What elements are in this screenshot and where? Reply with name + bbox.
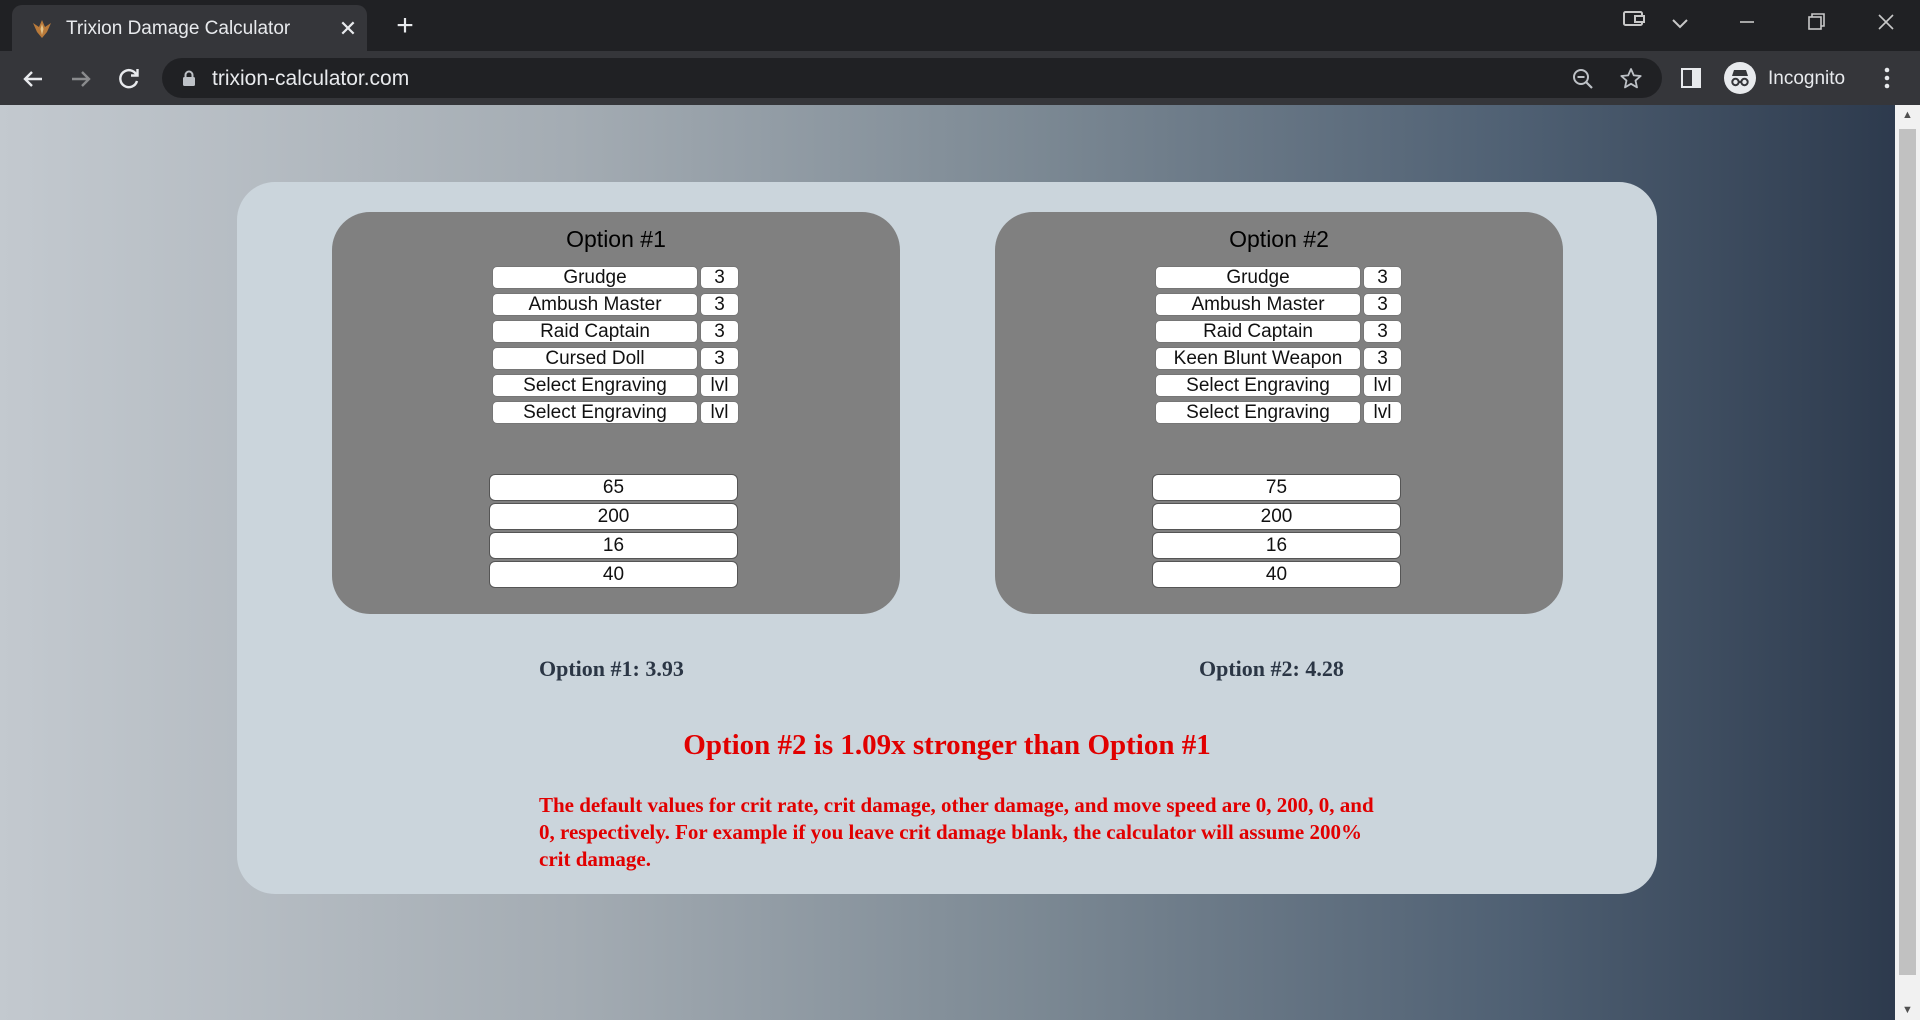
engraving-level-select[interactable]: lvl [1363, 401, 1402, 424]
incognito-label: Incognito [1768, 68, 1846, 89]
option-2-crit-rate-input[interactable]: 75 [1152, 474, 1401, 501]
engraving-level-select[interactable]: 3 [700, 293, 739, 316]
tab-search-icon[interactable] [1614, 8, 1654, 38]
minimize-icon[interactable] [1727, 8, 1767, 38]
option-2-panel: Option #2 Grudge 3 Ambush Master 3 Raid … [995, 212, 1563, 614]
lock-icon[interactable] [182, 70, 196, 86]
engraving-select[interactable]: Keen Blunt Weapon [1155, 347, 1361, 370]
url-text[interactable]: trixion-calculator.com [212, 67, 409, 91]
address-bar[interactable]: trixion-calculator.com [162, 58, 1662, 98]
engraving-select[interactable]: Select Engraving [1155, 374, 1361, 397]
option-1-panel: Option #1 Grudge 3 Ambush Master 3 Raid … [332, 212, 900, 614]
forward-arrow-icon[interactable] [64, 62, 98, 96]
option-1-crit-damage-input[interactable]: 200 [489, 503, 738, 530]
option-2-result: Option #2: 4.28 [1199, 656, 1344, 681]
browser-tab-strip: Trixion Damage Calculator ✕ + [0, 0, 1920, 51]
engraving-select[interactable]: Grudge [1155, 266, 1361, 289]
bookmark-star-icon[interactable] [1618, 66, 1644, 92]
restore-window-icon[interactable] [1796, 8, 1836, 38]
chevron-down-icon[interactable] [1660, 8, 1700, 38]
trixion-favicon-icon [33, 20, 51, 38]
engraving-select[interactable]: Ambush Master [1155, 293, 1361, 316]
engraving-level-select[interactable]: 3 [1363, 347, 1402, 370]
option-1-move-speed-input[interactable]: 40 [489, 561, 738, 588]
engraving-select[interactable]: Cursed Doll [492, 347, 698, 370]
back-arrow-icon[interactable] [16, 62, 50, 96]
browser-tab[interactable]: Trixion Damage Calculator ✕ [12, 5, 367, 51]
option-1-crit-rate-input[interactable]: 65 [489, 474, 738, 501]
tab-title: Trixion Damage Calculator [66, 18, 291, 39]
engraving-level-select[interactable]: 3 [700, 320, 739, 343]
engraving-level-select[interactable]: 3 [700, 347, 739, 370]
engraving-level-select[interactable]: 3 [1363, 266, 1402, 289]
engraving-select[interactable]: Select Engraving [492, 401, 698, 424]
engraving-level-select[interactable]: lvl [700, 374, 739, 397]
page-viewport: Option #1 Grudge 3 Ambush Master 3 Raid … [0, 105, 1895, 1020]
side-panel-icon[interactable] [1679, 66, 1703, 90]
engraving-level-select[interactable]: 3 [1363, 293, 1402, 316]
close-window-icon[interactable] [1866, 8, 1906, 38]
engraving-level-select[interactable]: lvl [700, 401, 739, 424]
browser-toolbar: trixion-calculator.com Incognito [0, 51, 1920, 105]
engraving-select[interactable]: Select Engraving [1155, 401, 1361, 424]
engraving-level-select[interactable]: 3 [700, 266, 739, 289]
option-1-title: Option #1 [566, 226, 666, 252]
close-tab-icon[interactable]: ✕ [334, 15, 362, 43]
engraving-select[interactable]: Raid Captain [492, 320, 698, 343]
incognito-profile-button[interactable]: Incognito [1720, 57, 1862, 99]
zoom-icon[interactable] [1570, 66, 1596, 92]
option-2-move-speed-input[interactable]: 40 [1152, 561, 1401, 588]
reload-icon[interactable] [112, 62, 146, 96]
calculator-card: Option #1 Grudge 3 Ambush Master 3 Raid … [237, 182, 1657, 894]
option-2-crit-damage-input[interactable]: 200 [1152, 503, 1401, 530]
default-values-note: The default values for crit rate, crit d… [539, 793, 1374, 871]
engraving-select[interactable]: Grudge [492, 266, 698, 289]
comparison-verdict: Option #2 is 1.09x stronger than Option … [683, 729, 1211, 761]
engraving-select[interactable]: Select Engraving [492, 374, 698, 397]
scroll-up-icon[interactable]: ▲ [1895, 105, 1920, 125]
scroll-down-icon[interactable]: ▼ [1895, 1000, 1920, 1020]
option-1-result: Option #1: 3.93 [539, 656, 684, 681]
new-tab-icon[interactable]: + [388, 10, 422, 44]
more-menu-icon[interactable] [1872, 63, 1902, 93]
incognito-icon [1724, 62, 1756, 94]
engraving-select[interactable]: Ambush Master [492, 293, 698, 316]
vertical-scrollbar[interactable]: ▲ ▼ [1895, 105, 1920, 1020]
option-2-other-damage-input[interactable]: 16 [1152, 532, 1401, 559]
engraving-level-select[interactable]: 3 [1363, 320, 1402, 343]
engraving-level-select[interactable]: lvl [1363, 374, 1402, 397]
option-2-title: Option #2 [1229, 226, 1329, 252]
option-1-other-damage-input[interactable]: 16 [489, 532, 738, 559]
engraving-select[interactable]: Raid Captain [1155, 320, 1361, 343]
scrollbar-thumb[interactable] [1899, 129, 1916, 975]
